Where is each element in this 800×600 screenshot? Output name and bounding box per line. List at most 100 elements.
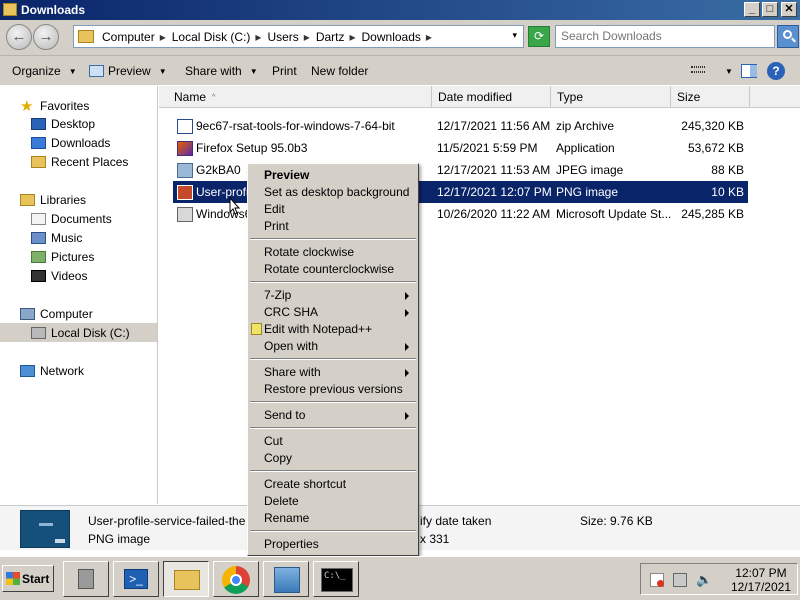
menu-item-create-shortcut[interactable]: Create shortcut: [264, 477, 346, 491]
table-row[interactable]: Firefox Setup 95.0b3 11/5/2021 5:59 PM A…: [173, 137, 748, 159]
title-bar: Downloads _ □ ✕: [0, 0, 800, 20]
taskbar-powershell[interactable]: >_: [113, 561, 159, 597]
new-folder-button[interactable]: New folder: [311, 64, 368, 78]
navigation-pane: ★ Favorites Desktop Downloads Recent Plac…: [0, 86, 158, 504]
menu-item-restore-previous-versions[interactable]: Restore previous versions: [264, 382, 403, 396]
breadcrumb-separator[interactable]: ▸: [349, 30, 355, 44]
nav-libraries[interactable]: Libraries: [20, 193, 86, 207]
back-button[interactable]: ←: [6, 24, 32, 50]
clock[interactable]: 12:07 PM 12/17/2021: [731, 566, 791, 594]
taskbar-chrome[interactable]: [213, 561, 259, 597]
breadcrumb-local-disk[interactable]: Local Disk (C:): [172, 30, 251, 44]
breadcrumb-separator[interactable]: ▸: [426, 30, 432, 44]
menu-item-edit-with-notepad[interactable]: Edit with Notepad++: [264, 322, 372, 336]
taskbar-cmd[interactable]: C:\_: [313, 561, 359, 597]
address-dropdown-icon[interactable]: ▾: [512, 30, 517, 41]
menu-item-edit[interactable]: Edit: [264, 202, 285, 216]
menu-item-copy[interactable]: Copy: [264, 451, 292, 465]
column-size[interactable]: Size: [671, 86, 750, 108]
taskbar-explorer[interactable]: [163, 561, 209, 597]
breadcrumb-separator[interactable]: ▸: [255, 30, 261, 44]
column-name[interactable]: Name ^: [168, 86, 432, 108]
taskbar-app[interactable]: [263, 561, 309, 597]
forward-button[interactable]: →: [33, 24, 59, 50]
nav-music[interactable]: Music: [31, 231, 82, 245]
address-row: ← → Computer ▸ Local Disk (C:) ▸ Users ▸ Dartz…: [0, 20, 800, 55]
start-button[interactable]: Start: [2, 565, 54, 592]
nav-downloads[interactable]: Downloads: [31, 136, 110, 150]
menu-separator: [250, 470, 416, 472]
address-bar[interactable]: Computer ▸ Local Disk (C:) ▸ Users ▸ Dartz ▸ Dow…: [73, 25, 524, 48]
network-status-icon[interactable]: [673, 573, 687, 587]
menu-item-crc-sha[interactable]: CRC SHA: [264, 305, 318, 319]
nav-recent-places[interactable]: Recent Places: [31, 155, 128, 169]
nav-pictures[interactable]: Pictures: [31, 250, 94, 264]
pictures-icon: [31, 251, 46, 263]
table-row[interactable]: 9ec67-rsat-tools-for-windows-7-64-bit 12…: [173, 115, 748, 137]
minimize-button[interactable]: _: [744, 2, 760, 17]
menu-item-delete[interactable]: Delete: [264, 494, 299, 508]
breadcrumb-dartz[interactable]: Dartz: [316, 30, 345, 44]
close-button[interactable]: ✕: [781, 2, 797, 17]
file-date: 12/17/2021 11:53 AM: [437, 163, 551, 177]
nav-videos[interactable]: Videos: [31, 269, 87, 283]
menu-item-rotate-counterclockwise[interactable]: Rotate counterclockwise: [264, 262, 394, 276]
menu-item-set-desktop-background[interactable]: Set as desktop background: [264, 185, 409, 199]
nav-label: Local Disk (C:): [51, 326, 130, 340]
nav-documents[interactable]: Documents: [31, 212, 112, 226]
search-input[interactable]: [561, 29, 761, 43]
organize-button[interactable]: Organize ▼: [12, 64, 77, 78]
preview-pane-icon[interactable]: [741, 64, 757, 78]
help-icon[interactable]: ?: [767, 62, 785, 80]
view-options-icon[interactable]: [691, 65, 705, 77]
file-size: 88 KB: [711, 163, 744, 177]
column-date-modified[interactable]: Date modified: [432, 86, 551, 108]
menu-item-print[interactable]: Print: [264, 219, 289, 233]
network-tool-icon: [274, 567, 300, 593]
breadcrumb-downloads[interactable]: Downloads: [362, 30, 421, 44]
menu-separator: [250, 530, 416, 532]
chevron-down-icon: ▼: [249, 67, 258, 76]
nav-label: Computer: [40, 307, 93, 321]
share-with-label: Share with: [185, 64, 242, 78]
nav-computer[interactable]: Computer: [20, 307, 93, 321]
nav-local-disk[interactable]: Local Disk (C:): [0, 323, 157, 342]
menu-item-send-to[interactable]: Send to: [264, 408, 305, 422]
breadcrumb-users[interactable]: Users: [267, 30, 298, 44]
libraries-icon: [20, 194, 35, 206]
nav-label: Documents: [51, 212, 112, 226]
menu-item-cut[interactable]: Cut: [264, 434, 283, 448]
action-center-icon[interactable]: [650, 573, 664, 587]
search-box[interactable]: [555, 25, 775, 48]
taskbar-server-manager[interactable]: [63, 561, 109, 597]
menu-item-preview[interactable]: Preview: [264, 168, 309, 182]
breadcrumb-computer[interactable]: Computer: [102, 30, 155, 44]
breadcrumb-separator[interactable]: ▸: [304, 30, 310, 44]
nav-network[interactable]: Network: [20, 364, 84, 378]
preview-label: Preview: [108, 64, 151, 78]
menu-item-properties[interactable]: Properties: [264, 537, 319, 551]
breadcrumb: Computer ▸ Local Disk (C:) ▸ Users ▸ Dartz ▸ Dow…: [102, 30, 438, 44]
maximize-button[interactable]: □: [762, 2, 778, 17]
menu-item-rename[interactable]: Rename: [264, 511, 309, 525]
view-dropdown-button[interactable]: ▼: [717, 64, 733, 78]
menu-item-share-with[interactable]: Share with: [264, 365, 321, 379]
menu-item-open-with[interactable]: Open with: [264, 339, 318, 353]
menu-item-rotate-clockwise[interactable]: Rotate clockwise: [264, 245, 354, 259]
search-button[interactable]: [777, 25, 799, 48]
file-type: PNG image: [556, 185, 619, 199]
nav-desktop[interactable]: Desktop: [31, 117, 95, 131]
nav-favorites[interactable]: ★ Favorites: [20, 97, 89, 115]
file-date: 12/17/2021 12:07 PM: [437, 185, 552, 199]
volume-icon[interactable]: 🔈: [696, 573, 712, 587]
print-button[interactable]: Print: [272, 64, 297, 78]
drive-icon: [31, 327, 46, 339]
refresh-button[interactable]: ⟳: [528, 26, 550, 47]
breadcrumb-separator[interactable]: ▸: [160, 30, 166, 44]
details-size: Size: 9.76 KB: [580, 514, 653, 528]
preview-button[interactable]: Preview ▼: [108, 64, 167, 78]
submenu-arrow-icon: [405, 309, 409, 317]
column-type[interactable]: Type: [551, 86, 671, 108]
menu-item-7zip[interactable]: 7-Zip: [264, 288, 291, 302]
share-with-button[interactable]: Share with ▼: [185, 64, 258, 78]
